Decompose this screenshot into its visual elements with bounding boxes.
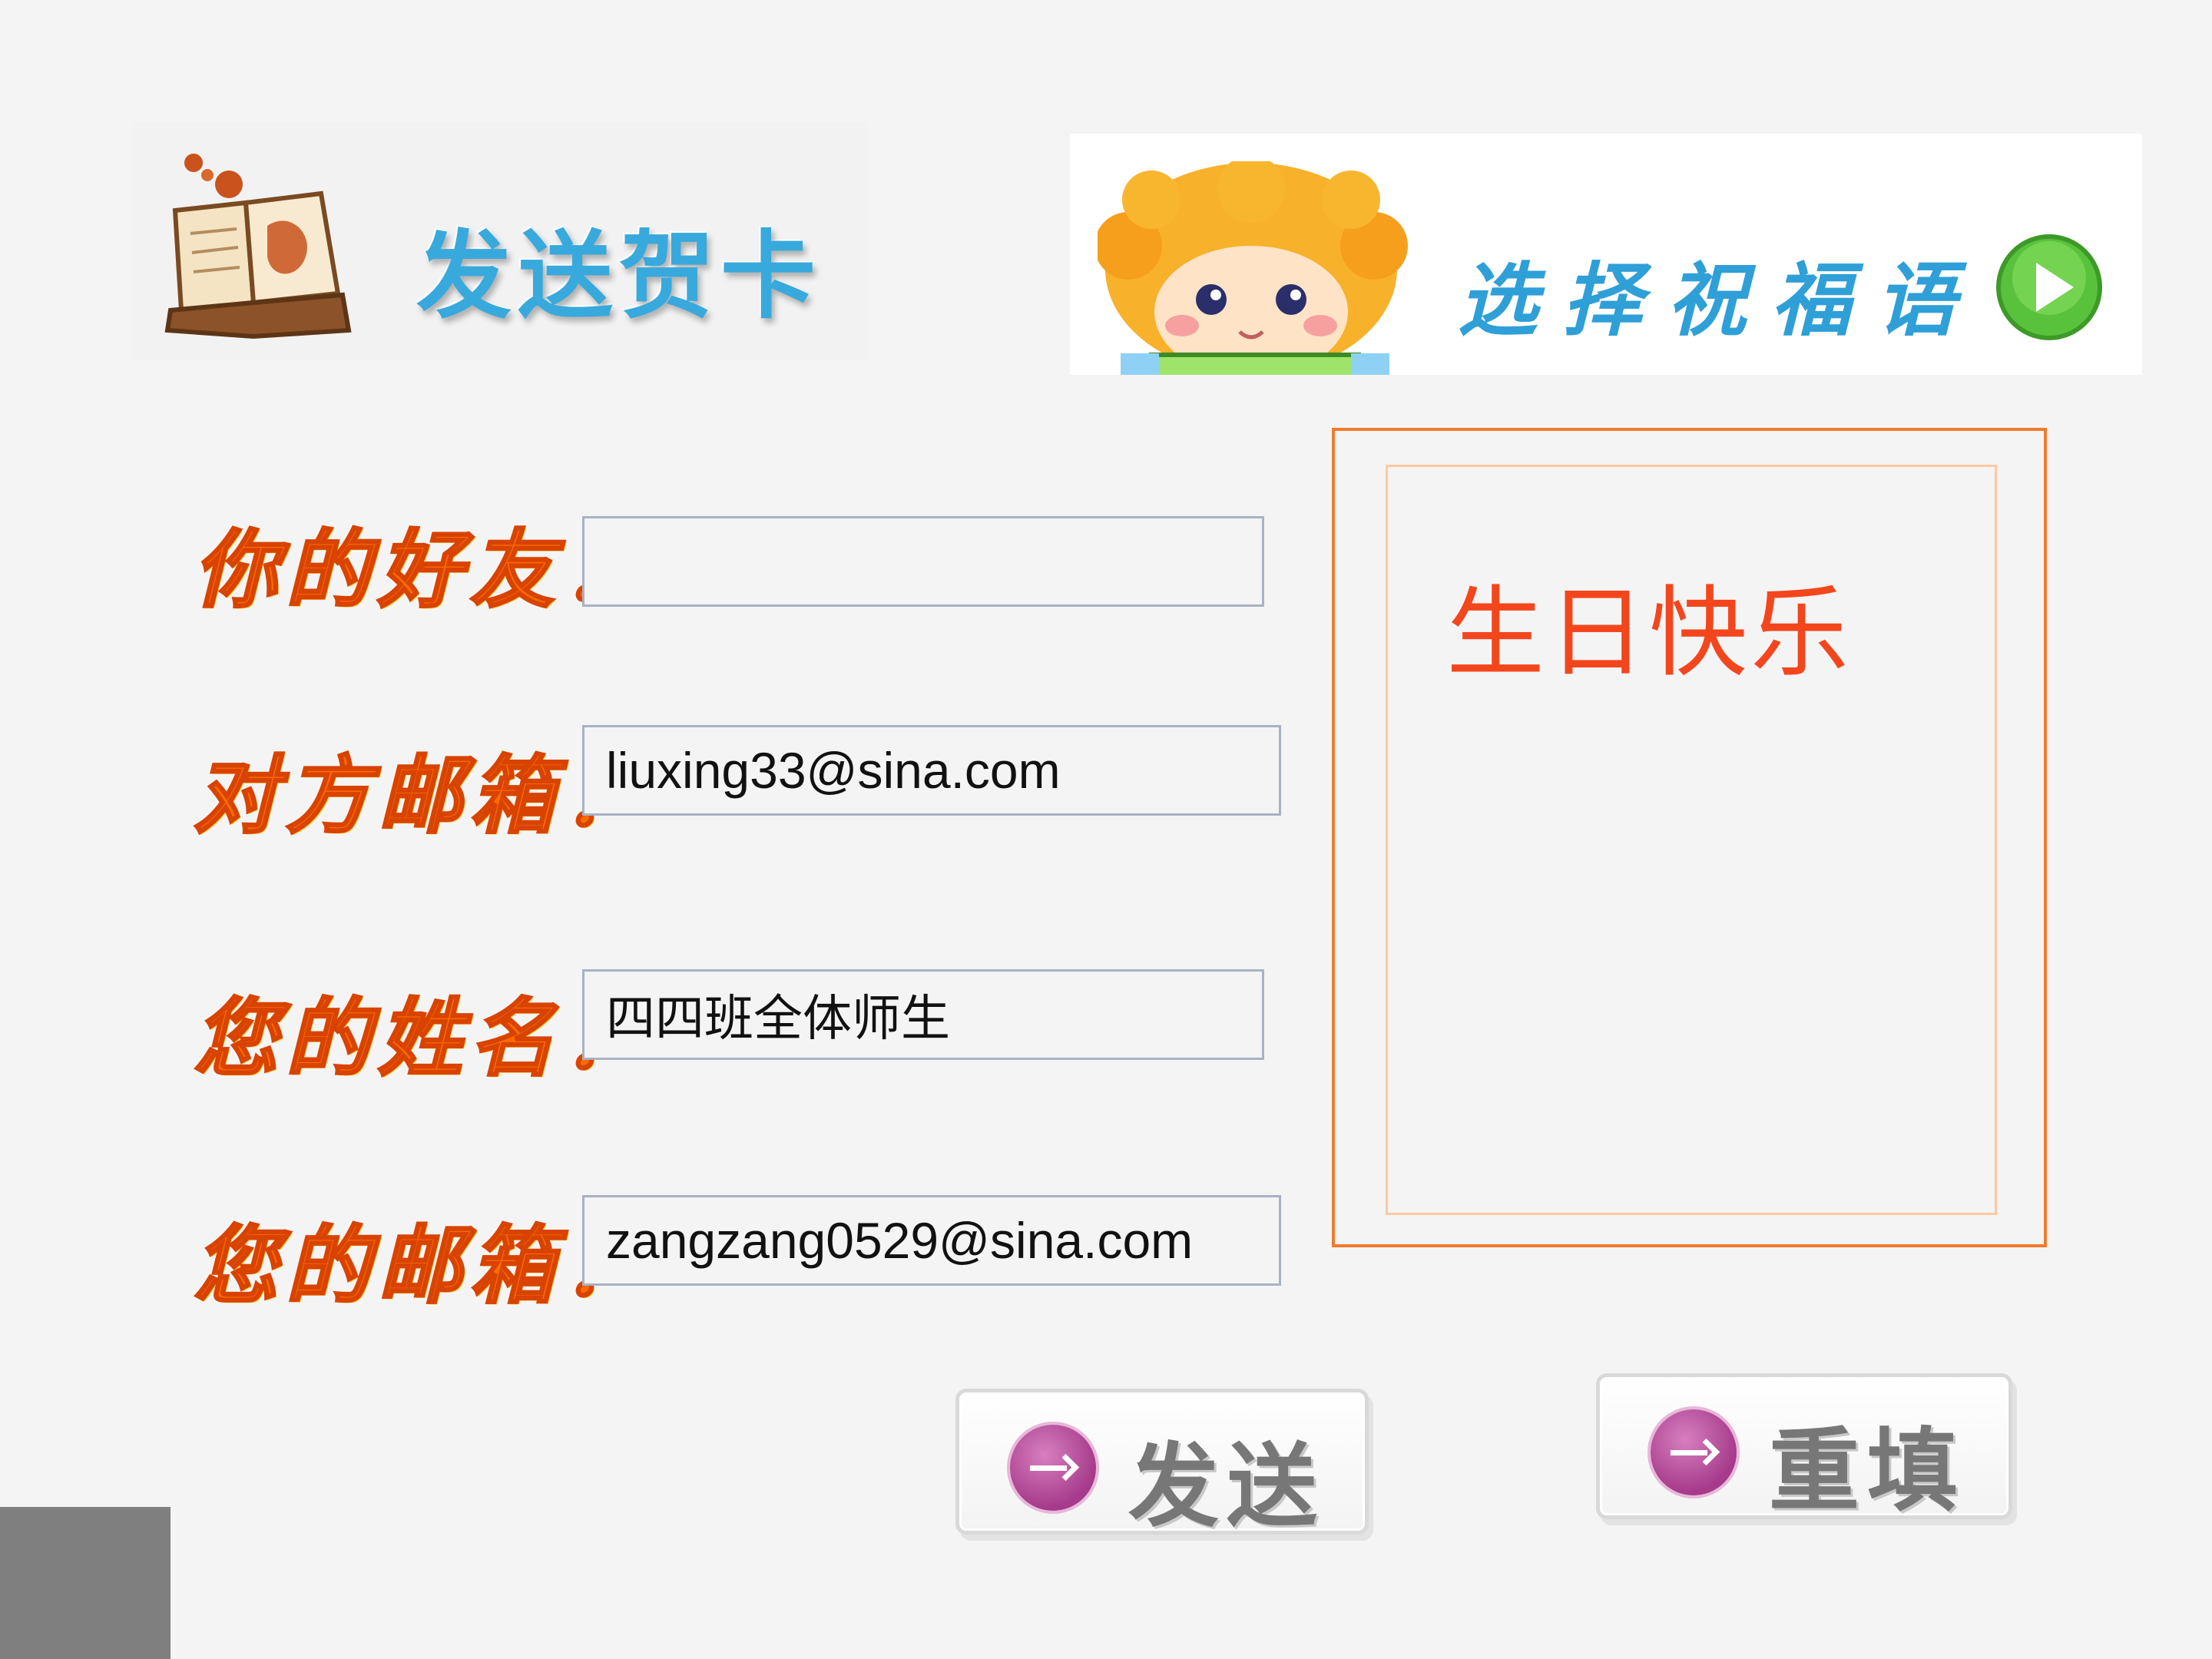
- arrow-right-icon: [1651, 1409, 1737, 1495]
- message-frame: 生日快乐: [1332, 428, 2047, 1247]
- reset-button-label: 重填: [1769, 1418, 1966, 1524]
- send-card-header: 发送贺卡: [132, 121, 868, 361]
- choose-greeting-button[interactable]: 选择祝福语: [1070, 134, 2142, 375]
- banner-label: 选择祝福语: [1458, 253, 1981, 347]
- friend-email-input[interactable]: [582, 725, 1281, 816]
- send-button-label: 发送: [1128, 1433, 1326, 1539]
- reset-button[interactable]: 重填: [1596, 1373, 2012, 1524]
- arrow-right-icon: [1010, 1425, 1096, 1511]
- message-text: 生日快乐: [1446, 576, 1853, 690]
- friend-name-input[interactable]: [582, 516, 1264, 607]
- corner-block: [0, 1507, 171, 1659]
- send-button[interactable]: 发送: [955, 1389, 1369, 1539]
- cartoon-girl-icon: [1098, 161, 1408, 375]
- page-title: 发送贺卡: [416, 221, 823, 332]
- message-area[interactable]: 生日快乐: [1386, 465, 1997, 1215]
- open-book-icon: [164, 154, 352, 339]
- your-name-input[interactable]: [582, 969, 1264, 1060]
- your-email-input[interactable]: [582, 1195, 1281, 1286]
- play-icon[interactable]: [1994, 232, 2104, 343]
